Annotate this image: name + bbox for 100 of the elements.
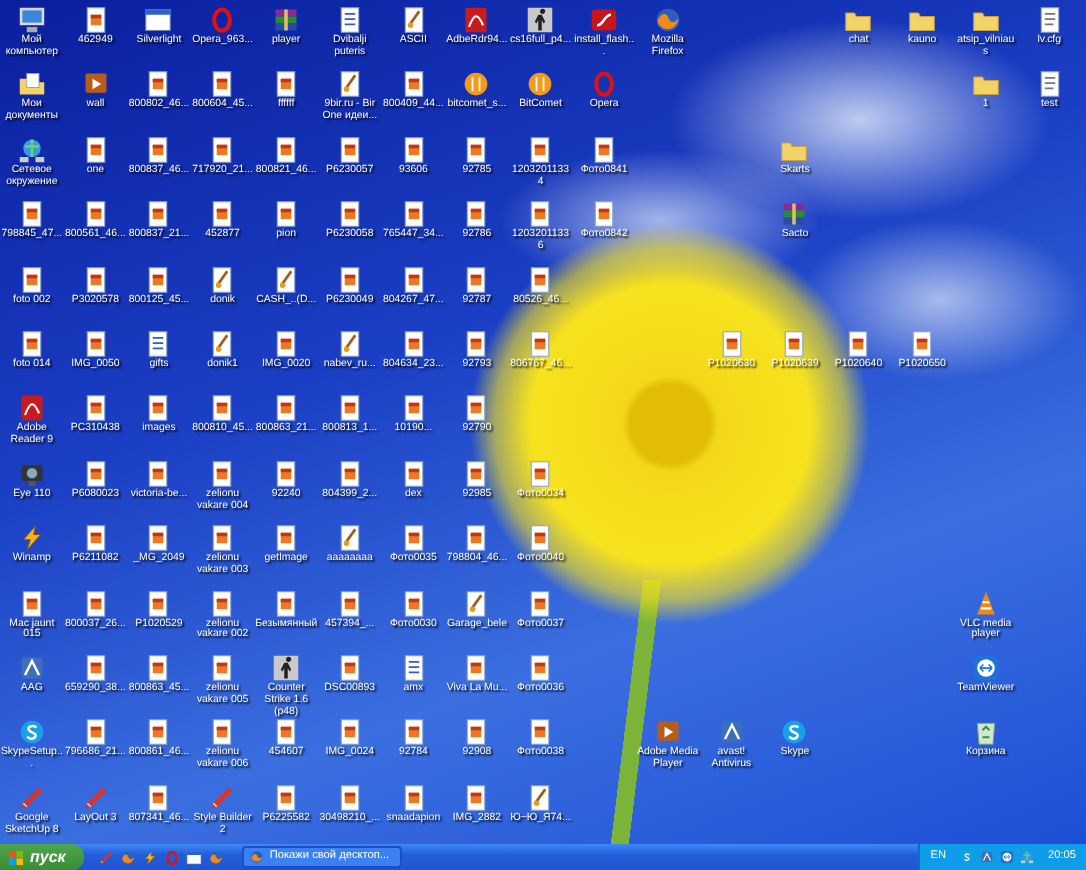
picture-file-icon <box>335 394 364 423</box>
picture-file-icon <box>17 329 46 358</box>
picture-file-icon <box>208 653 237 682</box>
picture-file-icon <box>208 589 237 618</box>
picture-file-icon <box>144 265 173 294</box>
picture-file-icon <box>844 329 873 358</box>
app-icon <box>717 718 746 747</box>
app-icon <box>17 653 46 682</box>
picture-file-icon <box>208 459 237 488</box>
paint-file-icon <box>526 783 555 812</box>
folder-icon <box>844 6 873 34</box>
computer-icon <box>17 6 46 34</box>
picture-file-icon <box>81 200 110 229</box>
picture-file-icon <box>462 459 491 488</box>
picture-file-icon <box>399 135 428 164</box>
globe-icon <box>249 850 264 864</box>
picture-file-icon <box>590 200 619 229</box>
globe-icon <box>653 6 682 34</box>
network-icon[interactable] <box>1020 850 1034 864</box>
picture-file-icon <box>144 200 173 229</box>
pencil-icon[interactable] <box>97 849 114 865</box>
picture-file-icon <box>17 265 46 294</box>
window-icon[interactable] <box>185 849 202 865</box>
picture-file-icon <box>144 783 173 812</box>
lightning-icon <box>17 524 46 553</box>
paint-file-icon <box>399 6 428 34</box>
picture-file-icon <box>526 718 555 747</box>
picture-file-icon <box>17 200 46 229</box>
media-player-icon <box>653 718 682 747</box>
picture-file-icon <box>590 135 619 164</box>
picture-file-icon <box>208 524 237 553</box>
picture-file-icon <box>208 135 237 164</box>
s-curve-icon[interactable] <box>960 850 974 864</box>
pencil-icon <box>81 783 110 812</box>
picture-file-icon <box>17 589 46 618</box>
lightning-icon[interactable] <box>141 849 158 865</box>
picture-file-icon <box>717 329 746 358</box>
picture-file-icon <box>208 394 237 423</box>
picture-file-icon <box>272 329 301 358</box>
picture-file-icon <box>144 524 173 553</box>
picture-file-icon <box>335 718 364 747</box>
start-button[interactable]: пуск <box>0 844 84 870</box>
picture-file-icon <box>908 329 937 358</box>
s-curve-icon <box>17 718 46 747</box>
picture-file-icon <box>462 135 491 164</box>
picture-file-icon <box>399 329 428 358</box>
picture-file-icon <box>144 459 173 488</box>
pencil-icon <box>17 783 46 812</box>
picture-file-icon <box>208 70 237 99</box>
picture-file-icon <box>144 718 173 747</box>
traffic-cone-icon <box>971 589 1000 618</box>
picture-file-icon <box>399 200 428 229</box>
ring-icon <box>208 6 237 34</box>
text-file-icon <box>1035 6 1064 34</box>
picture-file-icon <box>462 524 491 553</box>
double-arrow-icon[interactable] <box>1000 850 1014 864</box>
picture-file-icon <box>272 718 301 747</box>
picture-file-icon <box>272 589 301 618</box>
picture-file-icon <box>81 329 110 358</box>
documents-folder-icon <box>17 70 46 99</box>
picture-file-icon <box>81 653 110 682</box>
picture-file-icon <box>399 524 428 553</box>
picture-file-icon <box>526 653 555 682</box>
picture-file-icon <box>335 265 364 294</box>
picture-file-icon <box>272 135 301 164</box>
picture-file-icon <box>462 783 491 812</box>
folder-icon <box>971 6 1000 34</box>
media-player-icon <box>81 70 110 99</box>
paint-file-icon <box>208 265 237 294</box>
document-icon <box>399 653 428 682</box>
picture-file-icon <box>208 718 237 747</box>
picture-file-icon <box>144 70 173 99</box>
picture-file-icon <box>81 718 110 747</box>
picture-file-icon <box>399 394 428 423</box>
globe-icon[interactable] <box>207 849 224 865</box>
ring-icon <box>590 70 619 99</box>
paint-file-icon <box>335 524 364 553</box>
picture-file-icon <box>81 589 110 618</box>
archive-icon <box>780 200 809 229</box>
picture-file-icon <box>81 459 110 488</box>
document-icon <box>144 329 173 358</box>
pdf-icon <box>17 394 46 423</box>
pdf-icon <box>462 6 491 34</box>
paint-file-icon <box>272 265 301 294</box>
paint-file-icon <box>335 70 364 99</box>
picture-file-icon <box>335 200 364 229</box>
figure-icon <box>272 653 301 682</box>
webcam-icon <box>17 459 46 488</box>
ball-icon <box>462 70 491 99</box>
globe-icon[interactable] <box>119 849 136 865</box>
picture-file-icon <box>81 135 110 164</box>
app-icon[interactable] <box>980 850 994 864</box>
picture-file-icon <box>144 589 173 618</box>
picture-file-icon <box>526 135 555 164</box>
text-file-icon <box>1035 70 1064 99</box>
paint-file-icon <box>335 329 364 358</box>
picture-file-icon <box>462 394 491 423</box>
picture-file-icon <box>81 394 110 423</box>
picture-file-icon <box>272 524 301 553</box>
picture-file-icon <box>462 718 491 747</box>
